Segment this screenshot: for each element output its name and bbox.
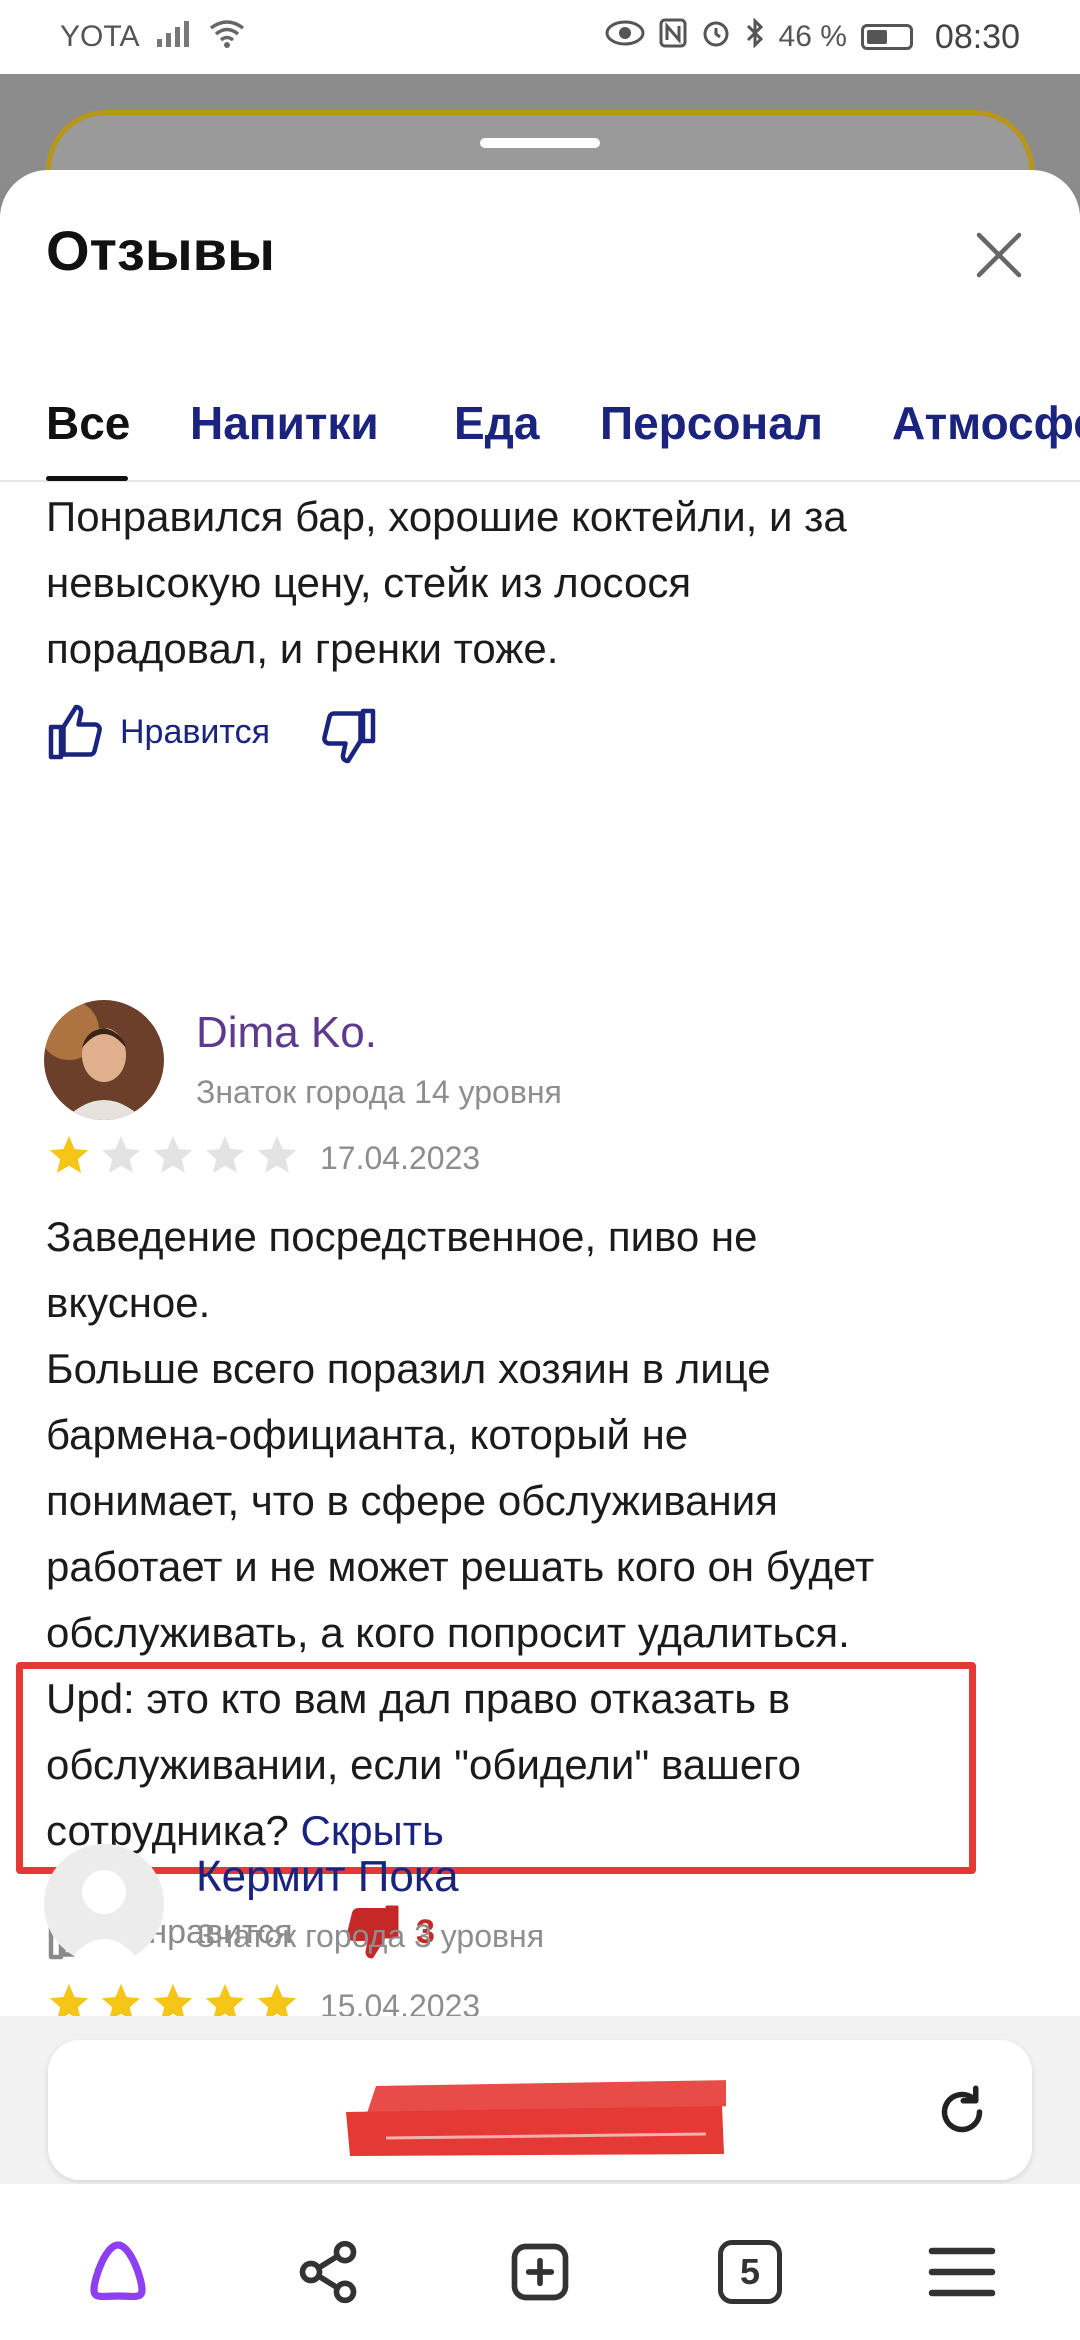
active-tab-indicator (46, 476, 128, 481)
review-date: 17.04.2023 (320, 1140, 481, 1176)
review-text-line: работает и не может решать кого он будет (46, 1543, 875, 1590)
tab-staff[interactable]: Персонал (600, 396, 823, 450)
battery-percent: 46 % (778, 20, 847, 53)
signal-icon (157, 19, 191, 55)
tab-food[interactable]: Еда (454, 396, 539, 450)
thumbs-up-icon (48, 704, 102, 760)
review-text-line: вкусное. (46, 1279, 211, 1326)
reload-button[interactable] (932, 2082, 992, 2142)
tab-atmosphere[interactable]: Атмосфе (892, 396, 1080, 450)
review-text-line: порадовал, и гренки тоже. (46, 625, 559, 672)
review-text-line: Понравился бар, хорошие коктейли, и за (46, 493, 847, 540)
close-button[interactable] (966, 222, 1032, 288)
reviews-sheet: Отзывы Все Напитки Еда Персонал Атмосфе … (0, 170, 1080, 2340)
carrier-label: YOTA (60, 20, 140, 53)
wifi-icon (209, 18, 245, 56)
status-bar: YOTA 46 % 08:30 (0, 0, 1080, 74)
eye-icon (605, 20, 645, 54)
star-empty-icon (257, 1135, 297, 1173)
menu-button[interactable] (926, 2236, 998, 2308)
star-empty-icon (153, 1135, 193, 1173)
review-text-line: Заведение посредственное, пиво не (46, 1213, 758, 1260)
close-icon (976, 232, 1022, 278)
tab-drinks[interactable]: Напитки (190, 396, 379, 450)
share-icon (299, 2240, 357, 2304)
category-tabs: Все Напитки Еда Персонал Атмосфе (0, 370, 1080, 482)
review-text-line: невысокую цену, стейк из лосося (46, 559, 692, 606)
tabs-count: 5 (718, 2240, 782, 2304)
sheet-title: Отзывы (46, 219, 275, 282)
sheet-drag-handle[interactable] (480, 138, 600, 148)
avatar[interactable] (44, 1844, 164, 1964)
share-button[interactable] (292, 2236, 364, 2308)
star-empty-icon (205, 1135, 245, 1173)
sheet-header: Отзывы (0, 170, 1080, 310)
review-author[interactable]: Dima Ko. (196, 1008, 377, 1058)
review-text-line: бармена-официанта, который не (46, 1411, 689, 1458)
thumbs-down-icon (322, 708, 376, 764)
review-text-line: обслуживать, а кого попросит удалиться. (46, 1609, 850, 1656)
avatar[interactable] (44, 1000, 164, 1120)
plus-square-icon (511, 2243, 569, 2301)
clock: 08:30 (934, 17, 1020, 56)
tab-all[interactable]: Все (46, 396, 130, 450)
review-text-line: понимает, что в сфере обслуживания (46, 1477, 778, 1524)
bluetooth-icon (745, 17, 765, 56)
hamburger-menu-icon (928, 2247, 996, 2297)
new-tab-button[interactable] (504, 2236, 576, 2308)
reload-icon (941, 2085, 983, 2133)
author-level: Знаток города 14 уровня (196, 1074, 562, 1110)
battery-icon (860, 24, 913, 50)
alice-assistant-button[interactable] (82, 2236, 154, 2308)
dislike-button[interactable] (318, 706, 378, 766)
rating-stars (46, 1132, 300, 1178)
alarm-icon (701, 18, 731, 56)
highlight-annotation (16, 1662, 976, 1874)
alice-icon (90, 2241, 146, 2301)
nfc-icon (659, 18, 687, 56)
star-filled-icon (49, 1135, 89, 1173)
like-button[interactable]: Нравится (46, 702, 270, 762)
review-author[interactable]: Кермит Пока (196, 1852, 459, 1902)
tabs-button[interactable]: 5 (714, 2236, 786, 2308)
author-level: Знаток города 3 уровня (196, 1918, 545, 1954)
like-label: Нравится (120, 712, 271, 751)
reviews-list: Понравился бар, хорошие коктейли, и за н… (0, 484, 1080, 2014)
review-text-line: Больше всего поразил хозяин в лице (46, 1345, 771, 1392)
star-empty-icon (101, 1135, 141, 1173)
redacted-url (346, 2076, 736, 2160)
